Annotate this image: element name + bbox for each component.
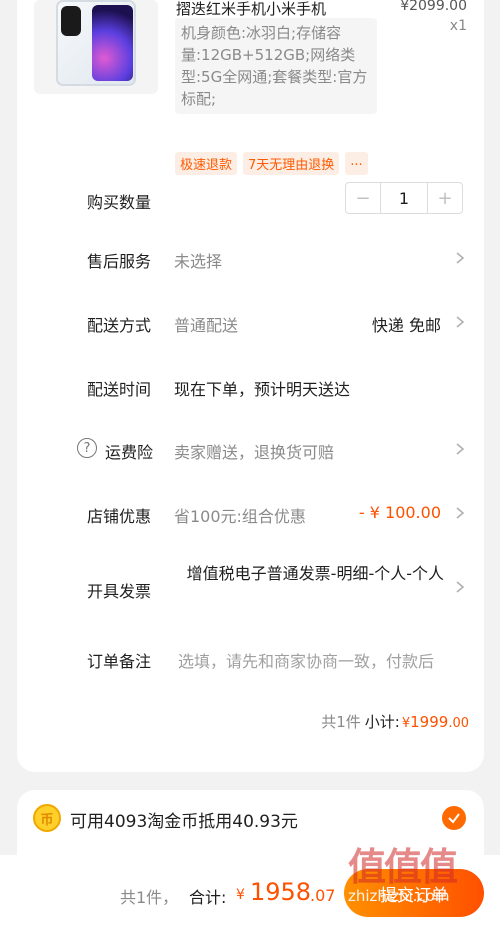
quantity-value[interactable]: 1 xyxy=(380,183,428,213)
product-title[interactable]: 摺迭红米手机小米手机 xyxy=(176,0,376,19)
tag-more[interactable]: ... xyxy=(345,152,368,175)
watermark: 值值值 zhizhizhi.com xyxy=(348,845,498,930)
shop-discount-label: 店铺优惠 xyxy=(87,507,152,526)
chevron-right-icon xyxy=(454,507,466,519)
product-quantity: x1 xyxy=(449,18,467,34)
freight-insurance-value: 卖家赠送，退换货可赔 xyxy=(174,443,335,462)
after-sale-row[interactable]: 售后服务 未选择 xyxy=(17,248,484,288)
total-cents: .07 xyxy=(310,886,336,905)
watermark-url: zhizhizhi.com xyxy=(348,887,450,905)
discount-amount: - ¥ 100.00 xyxy=(358,503,441,522)
total-amount: 1958 xyxy=(250,878,312,906)
chevron-right-icon xyxy=(454,581,466,593)
coin-icon: 币 xyxy=(33,804,61,832)
delivery-method: 快递 免邮 xyxy=(371,316,441,335)
invoice-label: 开具发票 xyxy=(87,582,152,601)
total-count: 共1件， xyxy=(120,888,179,907)
freight-insurance-row[interactable]: 运费险 卖家赠送，退换货可赔 xyxy=(17,439,484,479)
subtotal-count: 共1件 xyxy=(321,713,361,731)
subtotal: 共1件 小计: ¥1999.00 xyxy=(321,711,469,732)
chevron-right-icon xyxy=(454,252,466,264)
product-image[interactable] xyxy=(34,0,158,94)
delivery-value: 普通配送 xyxy=(174,316,239,335)
decrement-button[interactable]: − xyxy=(346,183,380,213)
after-sale-label: 售后服务 xyxy=(87,252,152,271)
tag-7day-return: 7天无理由退换 xyxy=(243,152,340,175)
subtotal-label: 小计: xyxy=(364,713,400,731)
coin-text: 可用4093淘金币抵用40.93元 xyxy=(70,812,298,832)
subtotal-currency: ¥ xyxy=(401,716,411,731)
quantity-label: 购买数量 xyxy=(87,193,152,212)
total-label: 合计: xyxy=(189,888,227,907)
invoice-value[interactable]: 增值税电子普通发票-明细-个人-个人 xyxy=(174,563,444,585)
delivery-label: 配送方式 xyxy=(87,316,152,335)
service-tags: 极速退款 7天无理由退换 ... xyxy=(175,152,368,175)
freight-insurance-label: 运费险 xyxy=(105,443,154,462)
increment-button[interactable]: + xyxy=(428,183,462,213)
product-price: ¥2099.00 xyxy=(400,0,467,14)
watermark-logo: 值值值 xyxy=(348,845,458,889)
delivery-time-value: 现在下单，预计明天送达 xyxy=(174,380,351,399)
subtotal-cents: .00 xyxy=(448,716,469,731)
shop-discount-row[interactable]: 店铺优惠 省100元:组合优惠 - ¥ 100.00 xyxy=(17,503,484,543)
product-spec[interactable]: 机身颜色:冰羽白;存储容量:12GB+512GB;网络类型:5G全网通;套餐类型… xyxy=(175,18,377,114)
after-sale-value: 未选择 xyxy=(174,252,223,271)
checkbox-checked-icon[interactable] xyxy=(442,806,466,830)
delivery-time-label: 配送时间 xyxy=(87,380,152,399)
note-label: 订单备注 xyxy=(87,652,152,671)
chevron-right-icon xyxy=(454,443,466,455)
quantity-stepper[interactable]: − 1 + xyxy=(345,182,463,214)
subtotal-amount: 1999 xyxy=(410,713,449,731)
chevron-right-icon xyxy=(454,316,466,328)
delivery-row[interactable]: 配送方式 普通配送 快递 免邮 xyxy=(17,312,484,352)
order-card: 摺迭红米手机小米手机 ¥2099.00 x1 机身颜色:冰羽白;存储容量:12G… xyxy=(17,0,484,772)
total-currency: ¥ xyxy=(236,887,245,903)
shop-discount-value: 省100元:组合优惠 xyxy=(174,507,306,526)
note-input[interactable]: 选填，请先和商家协商一致，付款后 xyxy=(178,648,463,672)
tag-fast-refund: 极速退款 xyxy=(175,152,238,175)
phone-icon xyxy=(56,0,136,86)
